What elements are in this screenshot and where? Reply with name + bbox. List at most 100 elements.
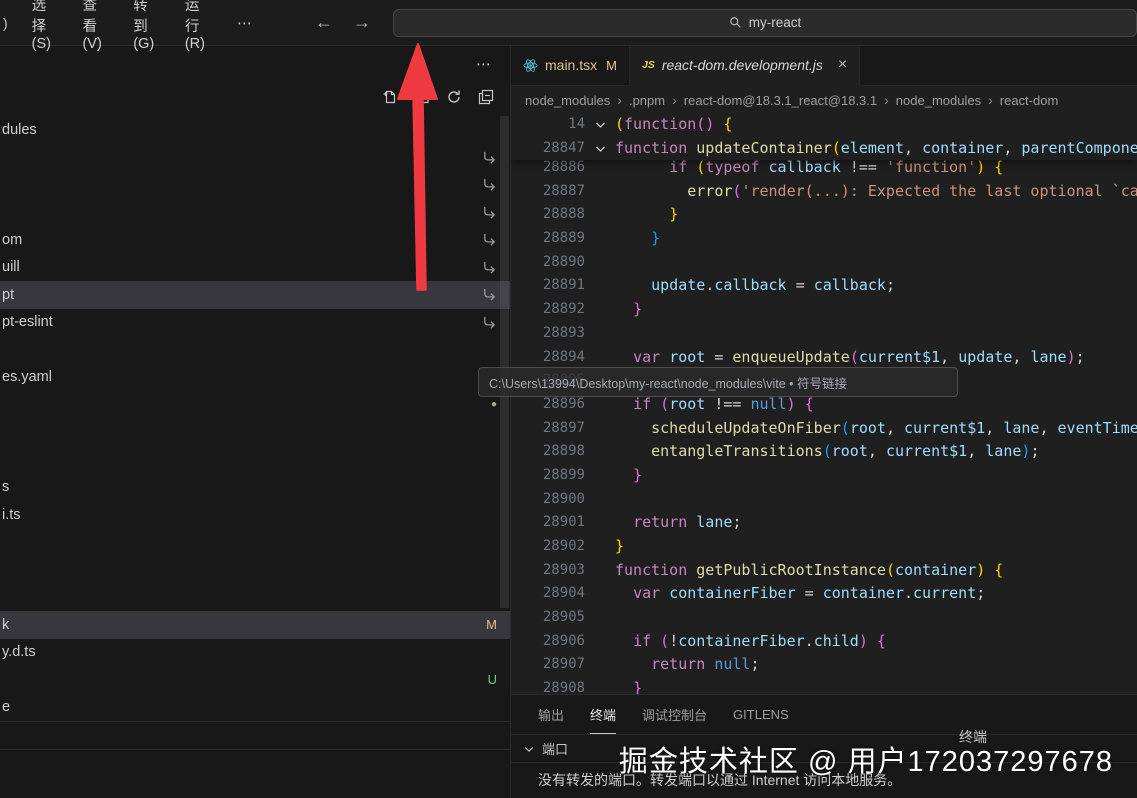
token: container bbox=[922, 139, 1003, 157]
editor-tab-0[interactable]: main.tsxM bbox=[511, 45, 630, 85]
code-text bbox=[615, 322, 1137, 346]
menubar-item[interactable]: 查看(V) bbox=[73, 0, 115, 56]
code-text: return null; bbox=[615, 653, 1137, 677]
explorer-item[interactable]: dules bbox=[0, 116, 510, 144]
nav-forward-button[interactable]: → bbox=[343, 12, 381, 33]
token: . bbox=[805, 632, 814, 650]
menubar-more-button[interactable]: ⋯ bbox=[227, 10, 263, 36]
explorer-item[interactable] bbox=[0, 529, 510, 557]
outline-section-header[interactable] bbox=[0, 721, 510, 749]
token: ) bbox=[859, 632, 868, 650]
line-number: 28901 bbox=[511, 511, 585, 535]
code-text: error('render(...): Expected the last op… bbox=[615, 180, 1137, 204]
explorer-item[interactable] bbox=[0, 336, 510, 364]
code-editor[interactable]: 28886 if (typeof callback !== 'function'… bbox=[511, 113, 1137, 695]
explorer-collapse-all-button[interactable] bbox=[474, 85, 498, 109]
explorer-item[interactable]: i.ts bbox=[0, 501, 510, 529]
sidebar-scrollbar[interactable] bbox=[500, 116, 509, 608]
tab-label: react-dom.development.js bbox=[662, 57, 823, 73]
explorer-item[interactable]: uill bbox=[0, 254, 510, 282]
fold-gutter bbox=[585, 677, 615, 695]
timeline-section-header[interactable] bbox=[0, 749, 510, 777]
menubar-item-partial[interactable]: ) bbox=[3, 15, 8, 31]
line-number: 28898 bbox=[511, 440, 585, 464]
breadcrumb-item[interactable]: node_modules bbox=[525, 93, 610, 108]
explorer-item[interactable]: pt-eslint bbox=[0, 309, 510, 337]
explorer-item[interactable] bbox=[0, 199, 510, 227]
nav-back-button[interactable]: ← bbox=[305, 12, 343, 33]
explorer-item[interactable]: s bbox=[0, 474, 510, 502]
breadcrumb-item[interactable]: react-dom bbox=[1000, 93, 1059, 108]
token bbox=[615, 348, 633, 366]
line-number: 28892 bbox=[511, 298, 585, 322]
explorer-item[interactable]: e bbox=[0, 694, 510, 722]
explorer-item-label: uill bbox=[2, 259, 482, 275]
token: callback bbox=[714, 276, 786, 294]
explorer-refresh-button[interactable] bbox=[442, 85, 466, 109]
git-status-badge: ● bbox=[491, 399, 497, 410]
breadcrumb-item[interactable]: node_modules bbox=[896, 93, 981, 108]
panel-tab[interactable]: 输出 bbox=[538, 695, 564, 734]
token: containerFiber bbox=[669, 584, 795, 602]
breadcrumb: node_modules›.pnpm›react-dom@18.3.1_reac… bbox=[511, 86, 1137, 114]
token bbox=[615, 419, 651, 437]
explorer-more-actions-button[interactable]: ⋯ bbox=[476, 55, 492, 73]
explorer-item[interactable]: es.yaml bbox=[0, 364, 510, 392]
code-text: } bbox=[615, 203, 1137, 227]
fold-gutter bbox=[585, 417, 615, 441]
command-center-search[interactable]: my-react bbox=[393, 9, 1137, 37]
panel-tab[interactable]: GITLENS bbox=[733, 695, 789, 734]
token: lane bbox=[985, 442, 1021, 460]
explorer-item[interactable] bbox=[0, 556, 510, 584]
menubar: 选择(S)查看(V)转到(G)运行(R) bbox=[23, 0, 227, 56]
token: updateContainer bbox=[696, 139, 831, 157]
symlink-icon bbox=[482, 150, 497, 165]
fold-gutter bbox=[585, 511, 615, 535]
explorer-new-file-button[interactable] bbox=[378, 85, 402, 109]
explorer-item[interactable] bbox=[0, 584, 510, 612]
line-number: 14 bbox=[511, 113, 585, 137]
explorer-item[interactable]: kM bbox=[0, 611, 510, 639]
panel-tab[interactable]: 终端 bbox=[590, 695, 616, 734]
menubar-item[interactable]: 选择(S) bbox=[23, 0, 65, 56]
token: , bbox=[985, 419, 1003, 437]
explorer-item[interactable] bbox=[0, 171, 510, 199]
panel-tab[interactable]: 调试控制台 bbox=[642, 695, 707, 734]
line-number: 28899 bbox=[511, 464, 585, 488]
token: { bbox=[985, 158, 1003, 176]
token: !== bbox=[841, 158, 886, 176]
breadcrumb-item[interactable]: .pnpm bbox=[629, 93, 665, 108]
token: eventTime bbox=[1058, 419, 1137, 437]
modified-badge: M bbox=[606, 58, 617, 73]
fold-chevron-icon[interactable] bbox=[585, 137, 615, 161]
token: current bbox=[913, 584, 976, 602]
explorer-new-folder-button[interactable] bbox=[410, 85, 434, 109]
code-line: 28897 scheduleUpdateOnFiber(root, curren… bbox=[511, 417, 1137, 441]
code-line: 28900 bbox=[511, 488, 1137, 512]
explorer-item[interactable]: y.d.ts bbox=[0, 639, 510, 667]
explorer-item[interactable] bbox=[0, 446, 510, 474]
fold-gutter bbox=[585, 653, 615, 677]
new-folder-icon bbox=[414, 89, 430, 105]
explorer-item[interactable]: U bbox=[0, 666, 510, 694]
explorer-item[interactable] bbox=[0, 419, 510, 447]
token: root bbox=[669, 348, 705, 366]
explorer-item[interactable] bbox=[0, 144, 510, 172]
token: } bbox=[633, 466, 642, 484]
explorer-item[interactable]: ● bbox=[0, 391, 510, 419]
breadcrumb-item[interactable]: react-dom@18.3.1_react@18.3.1 bbox=[684, 93, 877, 108]
token: , bbox=[967, 442, 985, 460]
file-type-react-icon bbox=[523, 58, 538, 73]
explorer-item-label: pt-eslint bbox=[2, 314, 482, 330]
close-icon[interactable]: × bbox=[838, 57, 847, 73]
code-line: 28889 } bbox=[511, 227, 1137, 251]
token: function bbox=[615, 561, 696, 579]
symlink-icon bbox=[482, 232, 497, 247]
menubar-item[interactable]: 转到(G) bbox=[124, 0, 167, 56]
explorer-item[interactable]: pt bbox=[0, 281, 510, 309]
code-text: } bbox=[615, 298, 1137, 322]
fold-chevron-icon[interactable] bbox=[585, 113, 615, 137]
editor-tab-1[interactable]: JSreact-dom.development.js× bbox=[630, 45, 860, 86]
explorer-item[interactable]: om bbox=[0, 226, 510, 254]
menubar-item[interactable]: 运行(R) bbox=[176, 0, 218, 56]
